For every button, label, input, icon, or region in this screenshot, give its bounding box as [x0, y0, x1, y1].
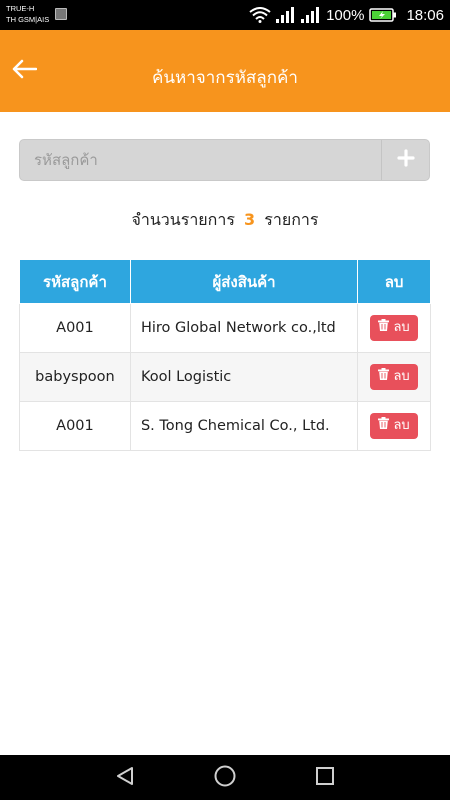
home-circle-icon: [213, 764, 237, 792]
delete-label: ลบ: [393, 418, 410, 433]
nav-recents-button[interactable]: [310, 763, 340, 793]
count-number: 3: [244, 210, 256, 229]
battery-percent: 100%: [326, 6, 365, 24]
cell-customer-code: A001: [19, 401, 131, 451]
app-bar: ค้นหาจากรหัสลูกค้า: [0, 30, 450, 112]
cell-customer-code: A001: [19, 303, 131, 353]
status-bar: TRUE-H TH GSM|AIS 100% 18:06: [0, 0, 450, 30]
status-indicators: 100% 18:06: [249, 0, 444, 30]
wifi-icon: [249, 7, 271, 23]
cell-delete: ลบ: [357, 352, 431, 402]
delete-button[interactable]: ลบ: [370, 315, 418, 341]
cell-delete: ลบ: [357, 401, 431, 451]
table-row: A001 Hiro Global Network co.,ltd ลบ: [19, 303, 431, 353]
table-row: babyspoon Kool Logistic ลบ: [19, 352, 431, 402]
cell-shipper: Hiro Global Network co.,ltd: [129, 303, 359, 353]
delete-label: ลบ: [393, 369, 410, 384]
signal-1-icon: [276, 7, 296, 23]
trash-icon: [378, 365, 390, 389]
delete-label: ลบ: [393, 320, 410, 335]
nav-back-button[interactable]: [110, 763, 140, 793]
battery-charging-icon: [369, 8, 397, 22]
count-prefix: จำนวนรายการ: [131, 210, 235, 229]
plus-icon: [396, 149, 415, 171]
cell-shipper: S. Tong Chemical Co., Ltd.: [129, 401, 359, 451]
nav-home-button[interactable]: [210, 763, 240, 793]
header-delete: ลบ: [357, 259, 431, 304]
trash-icon: [378, 414, 390, 438]
count-suffix: รายการ: [264, 210, 319, 229]
clock: 18:06: [406, 6, 444, 24]
trash-icon: [378, 316, 390, 340]
carrier-line-2: TH GSM|AIS: [6, 15, 50, 24]
delete-button[interactable]: ลบ: [370, 364, 418, 390]
table-row: A001 S. Tong Chemical Co., Ltd. ลบ: [19, 401, 431, 451]
add-button[interactable]: [381, 140, 429, 180]
cell-shipper: Kool Logistic: [129, 352, 359, 402]
carrier-info: TRUE-H TH GSM|AIS: [6, 3, 49, 25]
signal-2-icon: [301, 7, 321, 23]
carrier-line-1: TRUE-H: [6, 4, 35, 13]
customer-table: รหัสลูกค้า ผู้ส่งสินค้า ลบ A001 Hiro Glo…: [19, 259, 431, 451]
recents-square-icon: [314, 765, 336, 791]
cell-delete: ลบ: [357, 303, 431, 353]
image-notification-icon: [55, 8, 67, 20]
cell-customer-code: babyspoon: [19, 352, 131, 402]
navigation-bar: [0, 755, 450, 800]
header-shipper: ผู้ส่งสินค้า: [129, 259, 359, 304]
search-bar: [19, 139, 430, 181]
delete-button[interactable]: ลบ: [370, 413, 418, 439]
header-customer-code: รหัสลูกค้า: [19, 259, 131, 304]
page-title: ค้นหาจากรหัสลูกค้า: [152, 68, 298, 88]
table-header-row: รหัสลูกค้า ผู้ส่งสินค้า ลบ: [19, 259, 431, 304]
item-count: จำนวนรายการ 3 รายการ: [0, 208, 450, 233]
customer-code-input[interactable]: [20, 140, 381, 180]
back-triangle-icon: [114, 765, 136, 791]
